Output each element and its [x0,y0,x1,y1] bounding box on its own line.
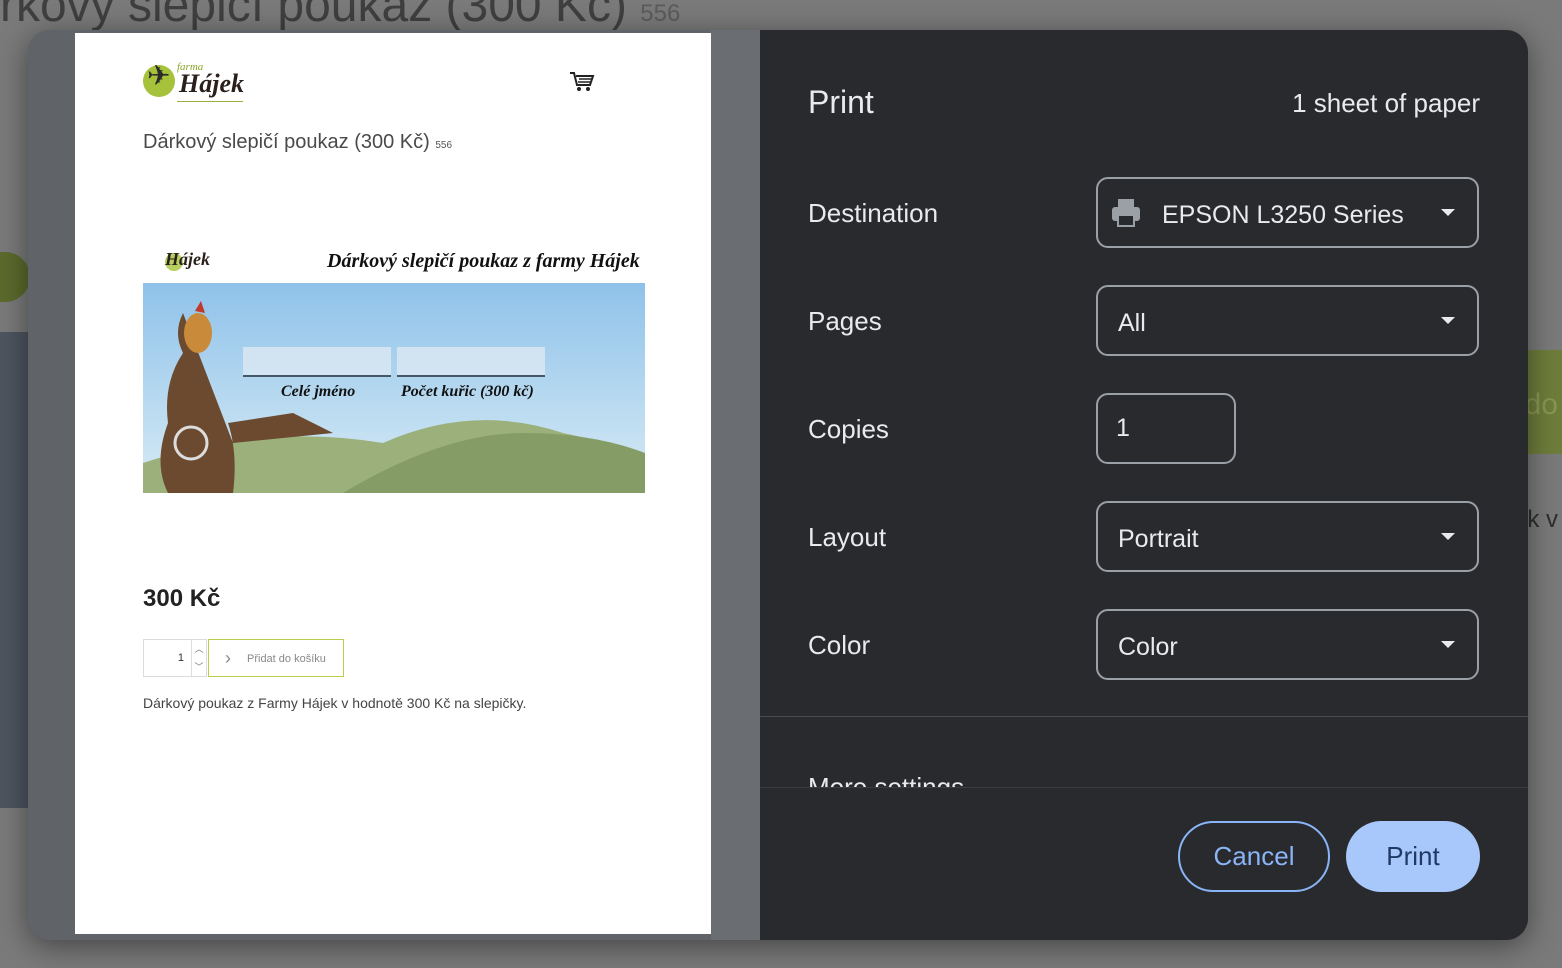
print-dialog: ✈ farma Hájek Dárkový slepičí poukaz (30… [28,30,1528,940]
pages-label: Pages [808,306,882,336]
destination-label: Destination [808,198,939,228]
quantity-stepper: 1 ︿ ﹀ [143,639,207,677]
add-to-cart-label: Přidat do košíku [247,653,326,665]
dropdown-caret-icon [1441,317,1455,324]
logo-underline [177,101,243,102]
product-title: Dárkový slepičí poukaz (300 Kč) 556 [143,131,453,153]
background-image [0,332,28,808]
voucher-count-field [397,347,545,377]
voucher-header: Hájek Dárkový slepičí poukaz z farmy Háj… [143,241,645,283]
print-settings-panel: Print 1 sheet of paper Destination EPSON… [760,30,1528,940]
voucher-name-field [243,347,391,377]
layout-value: Portrait [1118,525,1199,553]
background-logo [0,252,30,302]
voucher-background-art [143,301,645,493]
voucher-count-label: Počet kuřic (300 kč) [401,383,534,400]
layout-label: Layout [808,522,887,552]
dialog-footer: Cancel Print [760,788,1528,940]
cancel-button[interactable]: Cancel [1178,821,1330,892]
voucher-illustration: Celé jméno Počet kuřic (300 kč) [143,283,645,493]
add-to-cart-button: › Přidat do košíku [208,639,344,677]
quantity-value: 1 [177,652,184,664]
color-value: Color [1118,633,1178,661]
dialog-title: Print [808,84,874,120]
background-button-text: do [1524,388,1558,421]
copies-input[interactable] [1096,393,1236,464]
print-button[interactable]: Print [1346,821,1480,892]
color-label: Color [808,630,871,660]
chevron-down-icon: ⌄ [1469,774,1488,788]
dropdown-caret-icon [1441,641,1455,648]
product-price: 300 Kč [143,585,221,612]
chevron-right-icon: › [225,648,231,668]
background-title: rkový slepičí poukaz (300 Kč) 556 [0,0,681,32]
cart-icon [570,72,595,91]
destination-value: EPSON L3250 Series [1162,201,1404,229]
destination-select[interactable]: EPSON L3250 Series [1096,177,1479,248]
layout-select[interactable]: Portrait [1096,501,1479,572]
dropdown-caret-icon [1441,533,1455,540]
printer-icon [1112,199,1140,227]
voucher-name-label: Celé jméno [281,383,356,400]
pages-select[interactable]: All [1096,285,1479,356]
site-logo: ✈ farma Hájek [143,60,253,107]
settings-divider [760,716,1528,717]
preview-page: ✈ farma Hájek Dárkový slepičí poukaz (30… [75,33,711,934]
pages-value: All [1118,309,1146,337]
more-settings-toggle[interactable]: More settings ⌄ [808,772,1488,788]
color-select[interactable]: Color [1096,609,1479,680]
more-settings-label: More settings [808,772,965,788]
copies-label: Copies [808,414,889,444]
product-description: Dárkový poukaz z Farmy Hájek v hodnotě 3… [143,695,527,711]
sheet-count: 1 sheet of paper [1292,88,1480,118]
voucher-image: Hájek Dárkový slepičí poukaz z farmy Háj… [143,241,645,493]
background-text: k v [1527,506,1558,533]
logo-bird-icon: ✈ [147,60,171,91]
quantity-arrows-icon: ︿ ﹀ [191,640,206,676]
dropdown-caret-icon [1441,209,1455,216]
print-preview-area: ✈ farma Hájek Dárkový slepičí poukaz (30… [28,30,760,940]
voucher-logo: Hájek [165,249,210,269]
logo-name-text: Hájek [179,69,244,98]
voucher-title: Dárkový slepičí poukaz z farmy Hájek [327,250,640,272]
preview-gutter [711,30,760,940]
